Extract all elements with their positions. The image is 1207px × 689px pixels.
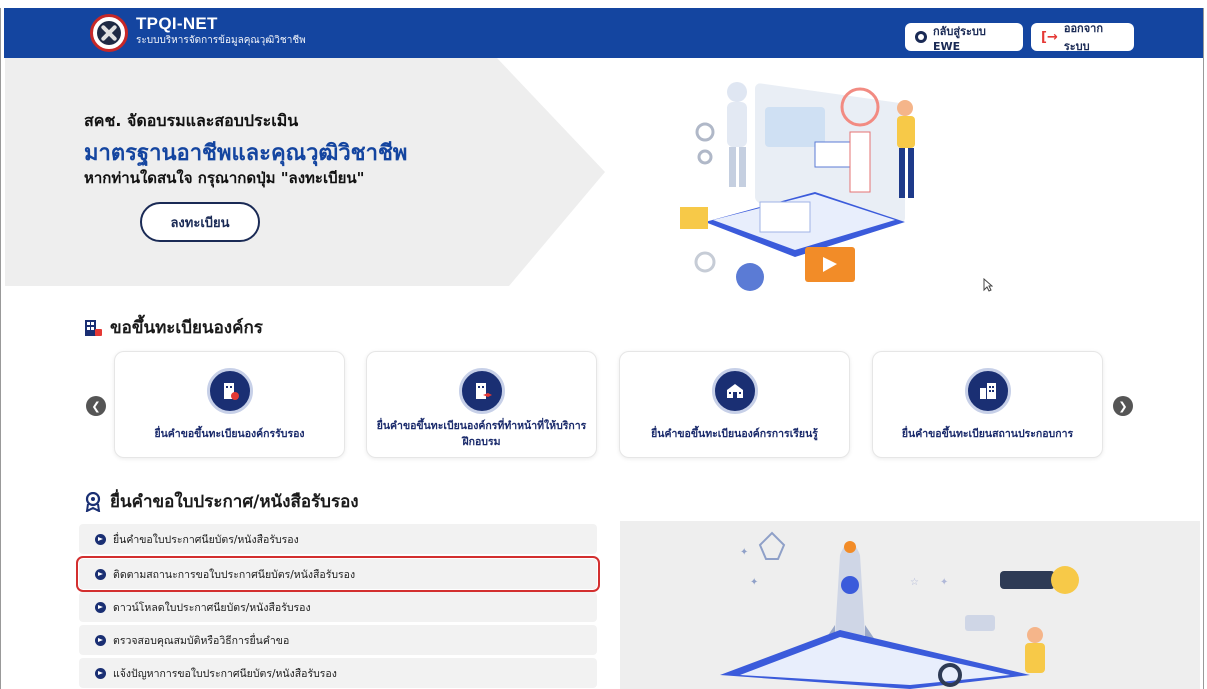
- mouse-cursor-icon: [983, 278, 993, 292]
- arrow-circle-icon: [95, 533, 106, 545]
- award-icon: [85, 491, 101, 512]
- svg-text:✦: ✦: [750, 577, 758, 588]
- frame-right-border: [1203, 8, 1204, 689]
- org-section-title-text: ขอขึ้นทะเบียนองค์กร: [110, 318, 263, 338]
- carousel-prev-button[interactable]: ❮: [86, 396, 106, 416]
- cert-section-title: ยื่นคำขอใบประกาศ/หนังสือรับรอง: [84, 488, 359, 515]
- chevron-right-icon: ❯: [1118, 399, 1128, 413]
- back-to-ewe-button[interactable]: กลับสู่ระบบ EWE: [905, 23, 1023, 53]
- org-section-title: ขอขึ้นทะเบียนองค์กร: [84, 314, 263, 341]
- svg-text:✦: ✦: [940, 577, 948, 588]
- logout-icon: [→: [1041, 29, 1058, 45]
- list-item-check-eligibility[interactable]: ตรวจสอบคุณสมบัติหรือวิธีการยื่นคำขอ: [79, 625, 597, 655]
- org-card-establishment[interactable]: ยื่นคำขอขึ้นทะเบียนสถานประกอบการ: [872, 351, 1103, 458]
- rocket-illustration: ✦ ✦ ☆ ✦: [720, 531, 1079, 689]
- arrow-circle-icon: [95, 568, 106, 580]
- back-to-ewe-label: กลับสู่ระบบ EWE: [933, 24, 986, 53]
- building-icon: [85, 319, 102, 336]
- list-item-label: ยื่นคำขอใบประกาศนียบัตร/หนังสือรับรอง: [113, 533, 299, 546]
- school-icon: [711, 368, 758, 414]
- hero-line2: มาตรฐานอาชีพและคุณวุฒิวิชาชีพ: [84, 141, 408, 166]
- hero-robot-illustration: [680, 82, 915, 291]
- city-icon: [964, 368, 1011, 414]
- list-item-report-problem[interactable]: แจ้งปัญหาการขอใบประกาศนียบัตร/หนังสือรับ…: [79, 658, 597, 688]
- org-card-label: ยื่นคำขอขึ้นทะเบียนสถานประกอบการ: [901, 428, 1074, 440]
- svg-text:☆: ☆: [910, 577, 919, 588]
- circle-dot-icon: [915, 31, 927, 43]
- cert-section-title-text: ยื่นคำขอใบประกาศ/หนังสือรับรอง: [110, 492, 359, 512]
- brand-subtitle: ระบบบริหารจัดการข้อมูลคุณวุฒิวิชาชีพ: [136, 35, 306, 46]
- list-item-track-status[interactable]: ติดตามสถานะการขอใบประกาศนียบัตร/หนังสือร…: [76, 556, 600, 592]
- org-card-training[interactable]: ยื่นคำขอขึ้นทะเบียนองค์กรที่ทำหน้าที่ให้…: [366, 351, 597, 458]
- frame-left-border: [0, 8, 1, 689]
- org-card-label: ยื่นคำขอขึ้นทะเบียนองค์กรที่ทำหน้าที่ให้…: [376, 420, 587, 448]
- list-item-download[interactable]: ดาวน์โหลดใบประกาศนียบัตร/หนังสือรับรอง: [79, 592, 597, 622]
- brand-title: TPQI-NET: [136, 14, 218, 33]
- org-card-label: ยื่นคำขอขึ้นทะเบียนองค์กรการเรียนรู้: [651, 428, 818, 440]
- brand: TPQI-NET ระบบบริหารจัดการข้อมูลคุณวุฒิวิ…: [136, 14, 306, 48]
- register-button[interactable]: ลงทะเบียน: [140, 202, 260, 242]
- building-graduation-icon: [458, 368, 505, 414]
- carousel-next-button[interactable]: ❯: [1113, 396, 1133, 416]
- logout-button[interactable]: [→ ออกจากระบบ: [1031, 22, 1134, 53]
- list-item-label: ตรวจสอบคุณสมบัติหรือวิธีการยื่นคำขอ: [113, 634, 290, 647]
- org-card-label: ยื่นคำขอขึ้นทะเบียนองค์กรรับรอง: [154, 428, 305, 440]
- list-item-label: ดาวน์โหลดใบประกาศนียบัตร/หนังสือรับรอง: [113, 601, 311, 614]
- arrow-circle-icon: [95, 667, 106, 679]
- list-item-label: แจ้งปัญหาการขอใบประกาศนียบัตร/หนังสือรับ…: [113, 667, 337, 680]
- chevron-left-icon: ❮: [91, 399, 101, 413]
- logo-emblem-icon: [97, 21, 121, 45]
- logout-label: ออกจากระบบ: [1063, 22, 1103, 53]
- building-gear-icon: [206, 368, 253, 414]
- top-header: TPQI-NET ระบบบริหารจัดการข้อมูลคุณวุฒิวิ…: [4, 8, 1203, 58]
- arrow-circle-icon: [95, 601, 106, 613]
- hero-line1: สคช. จัดอบรมและสอบประเมิน: [84, 111, 299, 130]
- hero-line3: หากท่านใดสนใจ กรุณากดปุ่ม "ลงทะเบียน": [84, 169, 365, 187]
- tpqi-logo[interactable]: [90, 14, 128, 52]
- org-card-learning[interactable]: ยื่นคำขอขึ้นทะเบียนองค์กรการเรียนรู้: [619, 351, 850, 458]
- org-card-certifying[interactable]: ยื่นคำขอขึ้นทะเบียนองค์กรรับรอง: [114, 351, 345, 458]
- list-item-label: ติดตามสถานะการขอใบประกาศนียบัตร/หนังสือร…: [113, 568, 356, 581]
- arrow-circle-icon: [95, 634, 106, 646]
- svg-text:✦: ✦: [740, 547, 748, 558]
- list-item-submit-request[interactable]: ยื่นคำขอใบประกาศนียบัตร/หนังสือรับรอง: [79, 524, 597, 554]
